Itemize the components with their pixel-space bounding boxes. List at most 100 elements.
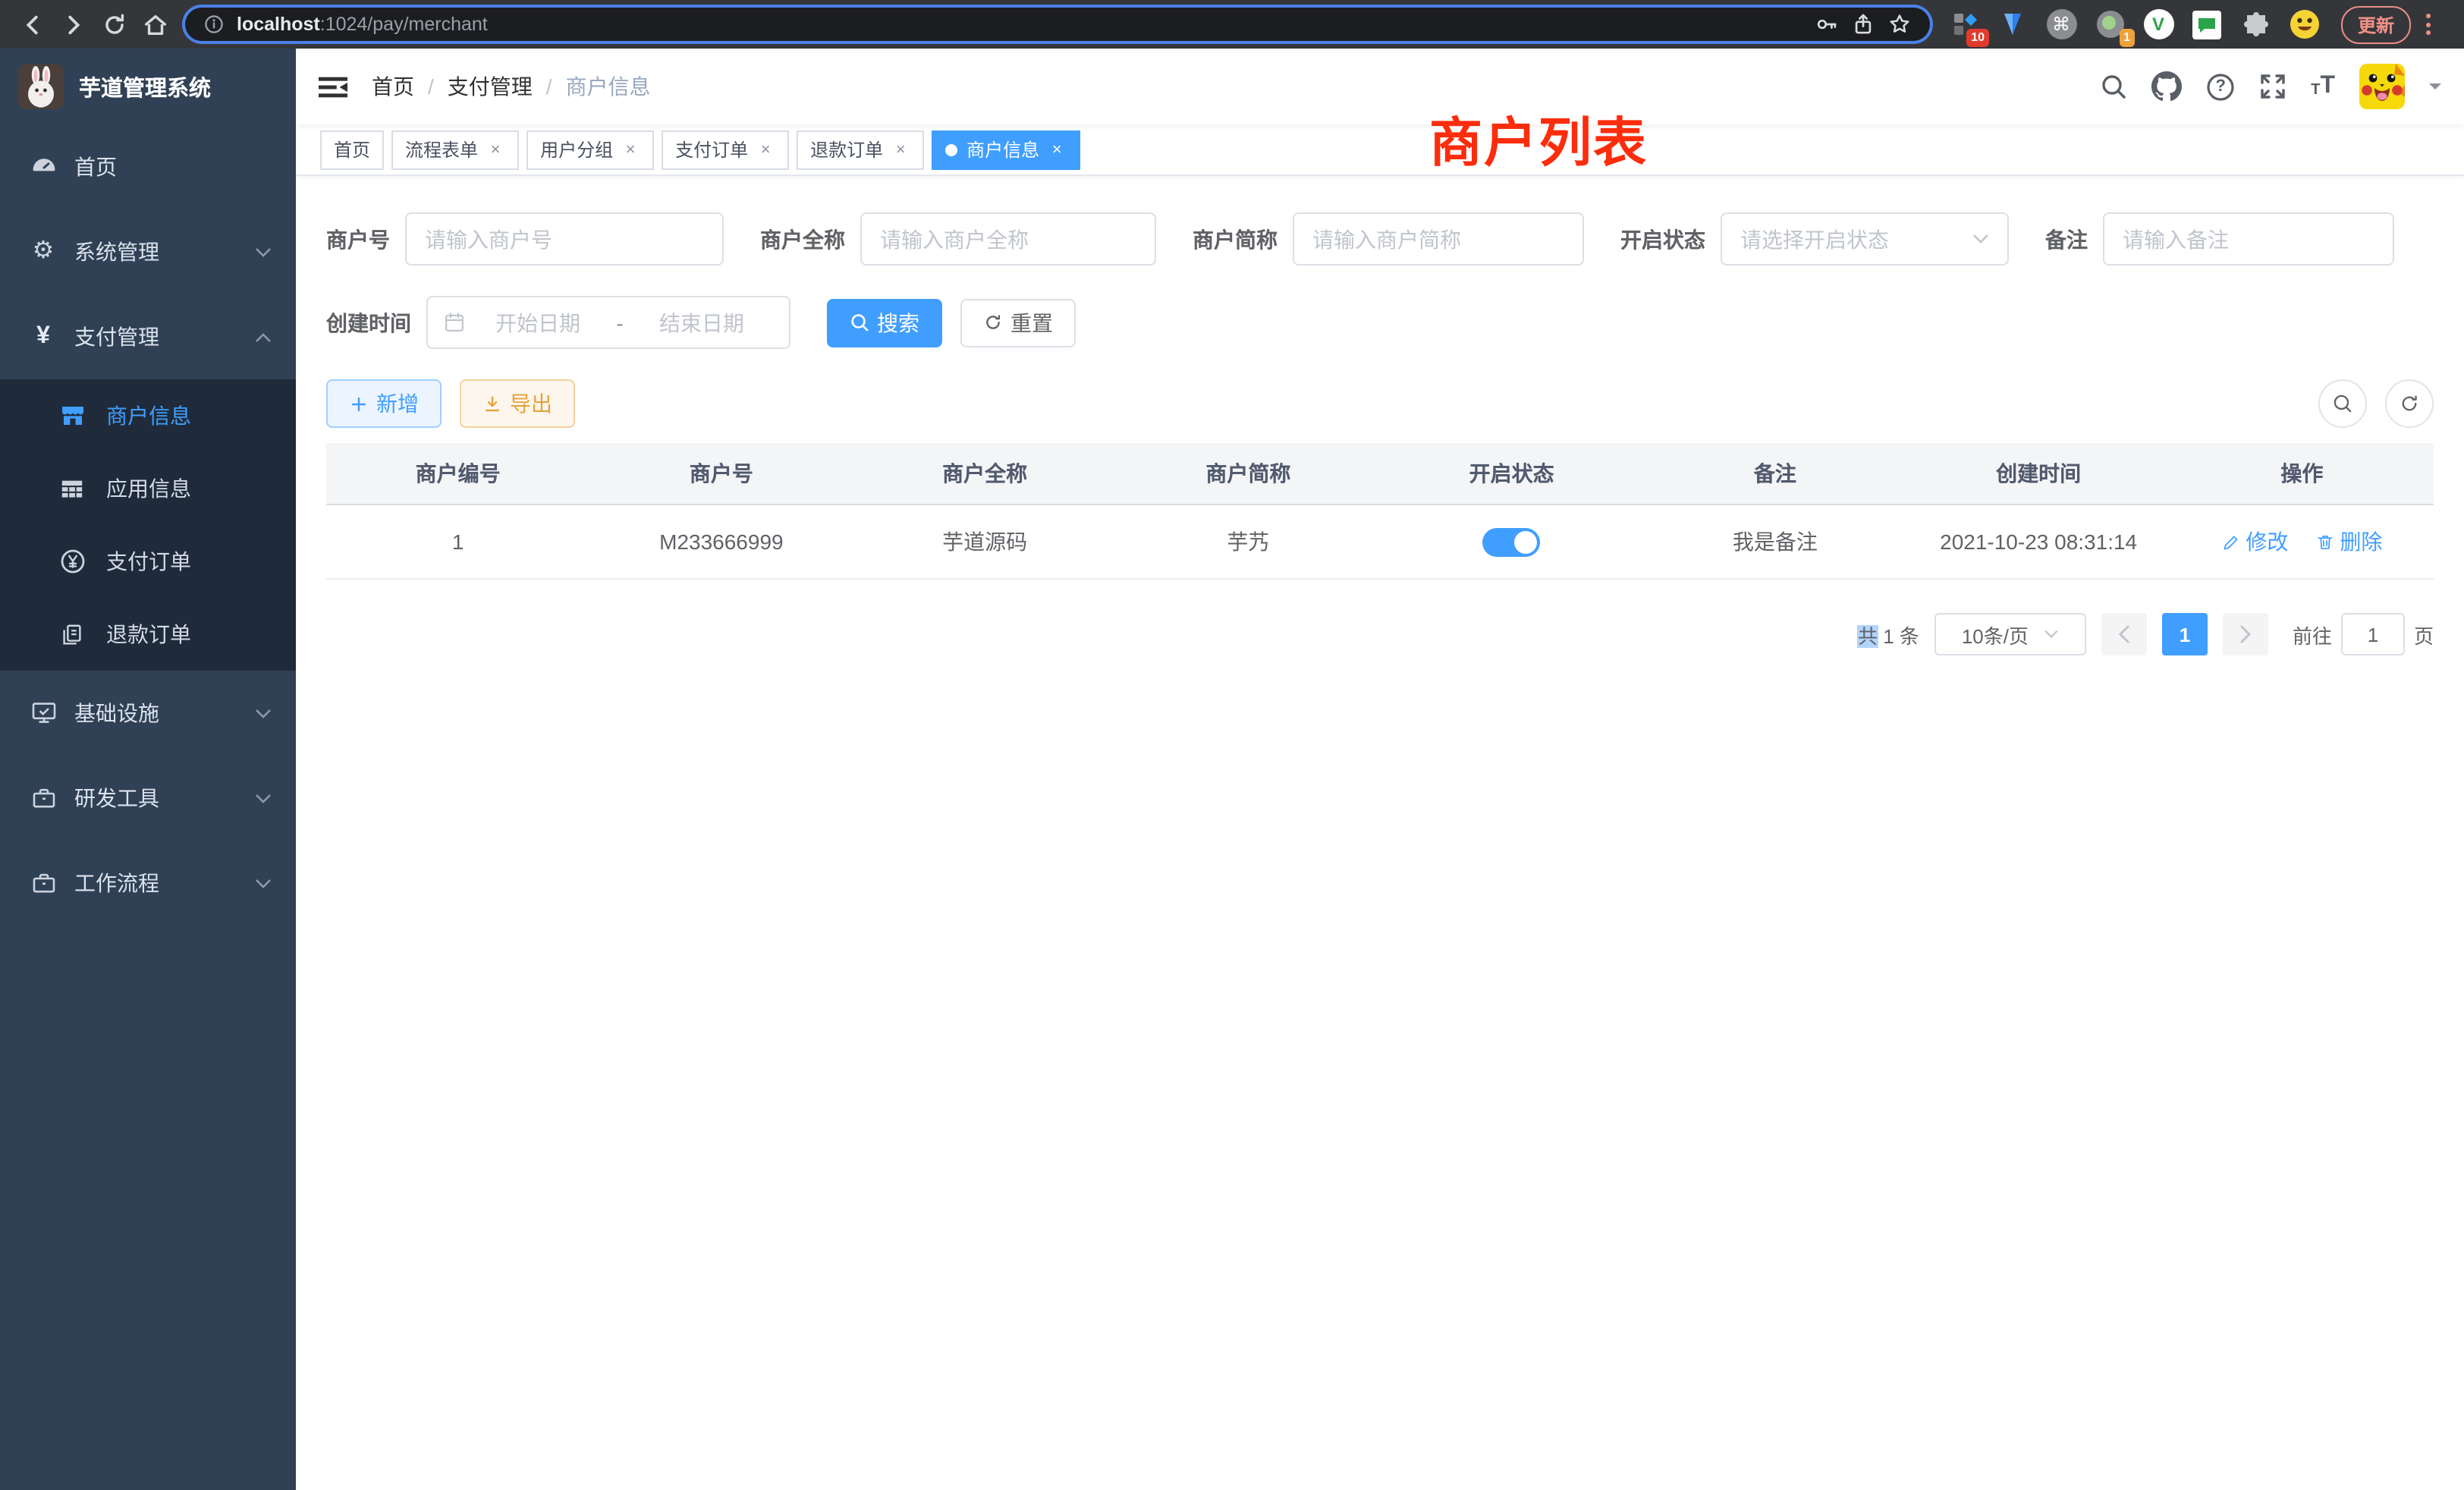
extensions-puzzle-icon[interactable] [2239,8,2271,40]
tab-process-form[interactable]: 流程表单× [391,130,519,169]
chevron-left-icon [2118,625,2130,643]
table-header-row: 商户编号 商户号 商户全称 商户简称 开启状态 备注 创建时间 操作 [326,443,2434,505]
screen: localhost:1024/pay/merchant 10 ⌘ [0,0,2464,1490]
sidebar-item-label: 支付管理 [74,322,159,352]
browser-update-button[interactable]: 更新 [2341,5,2411,43]
table-row: 1 M233666999 芋道源码 芋艿 我是备注 2021-10-23 08:… [326,505,2434,580]
tab-pay-order[interactable]: 支付订单× [662,130,789,169]
extension-status-icon[interactable]: 1 [2094,8,2126,40]
page-suffix-label: 页 [2414,620,2434,649]
github-icon[interactable] [2151,71,2182,102]
extension-badge: 10 [1966,28,1989,46]
column-header: 开启状态 [1380,458,1643,489]
browser-reload-button[interactable] [102,11,127,37]
yen-circle-icon [58,548,86,575]
reset-button[interactable]: 重置 [960,298,1076,347]
bookmark-star-icon[interactable] [1887,12,1912,36]
sidebar-item-merchant-info[interactable]: 商户信息 [0,379,296,452]
refresh-table-button[interactable] [2385,379,2434,428]
tab-refund-order[interactable]: 退款订单× [797,130,924,169]
breadcrumb-pay[interactable]: 支付管理 [448,71,533,102]
page-size-select[interactable]: 10条/页 [1934,613,2086,655]
sidebar-item-dev-tools[interactable]: 研发工具 [0,756,296,841]
close-icon[interactable]: × [621,140,640,159]
delete-link[interactable]: 删除 [2315,527,2382,557]
site-info-icon[interactable] [203,14,225,35]
collapse-sidebar-icon[interactable] [319,72,347,101]
document-copy-icon [58,621,86,647]
sidebar-item-label: 商户信息 [106,401,191,431]
refresh-icon [983,313,1003,332]
chevron-down-icon [2044,630,2059,639]
tab-merchant-info[interactable]: 商户信息× [932,130,1080,169]
tab-home[interactable]: 首页 [320,130,384,169]
status-switch[interactable] [1483,527,1541,556]
breadcrumb-separator: / [546,74,552,99]
extension-vue-icon[interactable]: V [2142,8,2174,40]
create-time-range-picker[interactable]: 开始日期 - 结束日期 [426,296,790,349]
total-count: 共 1 条 [1858,620,1919,649]
browser-menu-icon[interactable] [2426,14,2431,35]
sidebar-item-home[interactable]: 首页 [0,124,296,209]
breadcrumb: 首页 / 支付管理 / 商户信息 [372,71,651,102]
extension-mosaic-icon[interactable]: 10 [1948,8,1980,40]
chevron-down-icon [1972,234,1989,244]
close-icon[interactable]: × [486,140,505,159]
user-avatar[interactable] [2359,64,2405,109]
edit-link[interactable]: 修改 [2221,527,2288,557]
font-size-icon[interactable]: TT [2311,74,2335,99]
help-icon[interactable]: ? [2206,72,2235,101]
trash-icon [2315,532,2335,552]
goto-page-input[interactable] [2341,613,2405,655]
active-dot [945,143,957,156]
sidebar-item-infra[interactable]: 基础设施 [0,671,296,756]
merchant-short-input[interactable] [1293,212,1584,266]
create-time-label: 创建时间 [326,307,411,338]
url-bar[interactable]: localhost:1024/pay/merchant [185,8,1930,41]
search-button[interactable]: 搜索 [827,298,942,347]
tags-view: 首页 流程表单× 用户分组× 支付订单× 退款订单× 商户信息× [296,124,2464,176]
breadcrumb-home[interactable]: 首页 [372,71,414,102]
chevron-down-icon [255,708,272,718]
next-page-button[interactable] [2223,613,2268,655]
export-button[interactable]: 导出 [460,379,575,428]
page-number-button[interactable]: 1 [2162,613,2208,655]
tab-user-group[interactable]: 用户分组× [526,130,654,169]
pagination: 共 1 条 10条/页 1 前往 页 [326,613,2434,655]
sidebar-item-workflow[interactable]: 工作流程 [0,841,296,926]
cell-status [1380,527,1643,556]
sidebar-item-label: 系统管理 [74,237,159,267]
extension-command-icon[interactable]: ⌘ [2045,8,2077,40]
status-select[interactable]: 请选择开启状态 [1721,212,2009,266]
browser-back-button[interactable] [20,11,46,37]
sidebar-item-app-info[interactable]: 应用信息 [0,452,296,525]
share-icon[interactable] [1851,12,1875,36]
close-icon[interactable]: × [756,140,775,159]
extension-gem-icon[interactable] [1997,8,2029,40]
column-header: 商户号 [589,458,853,489]
profile-emoji-icon[interactable] [2288,8,2320,40]
close-icon[interactable]: × [891,140,910,159]
cell-merchant-id: 1 [326,530,589,554]
close-icon[interactable]: × [1047,140,1067,159]
sidebar-item-refund-order[interactable]: 退款订单 [0,598,296,671]
sidebar-item-pay[interactable]: ¥ 支付管理 [0,294,296,379]
prev-page-button[interactable] [2101,613,2147,655]
browser-forward-button[interactable] [61,11,86,37]
search-icon[interactable] [2100,73,2127,100]
url-path: :1024/pay/merchant [320,14,488,35]
sidebar-item-system[interactable]: ⚙ 系统管理 [0,209,296,294]
merchant-name-input[interactable] [860,212,1156,266]
user-menu-caret-icon[interactable] [2429,83,2441,96]
fullscreen-icon[interactable] [2259,73,2286,100]
browser-home-button[interactable] [143,11,168,37]
hide-search-button[interactable] [2318,379,2367,428]
search-icon [850,313,869,332]
sidebar-item-label: 退款订单 [106,619,191,649]
merchant-no-input[interactable] [405,212,724,266]
remark-input[interactable] [2103,212,2394,266]
add-button[interactable]: 新增 [326,379,442,428]
sidebar-item-pay-order[interactable]: 支付订单 [0,525,296,598]
extension-chat-icon[interactable] [2191,8,2223,40]
password-key-icon[interactable] [1815,12,1839,36]
